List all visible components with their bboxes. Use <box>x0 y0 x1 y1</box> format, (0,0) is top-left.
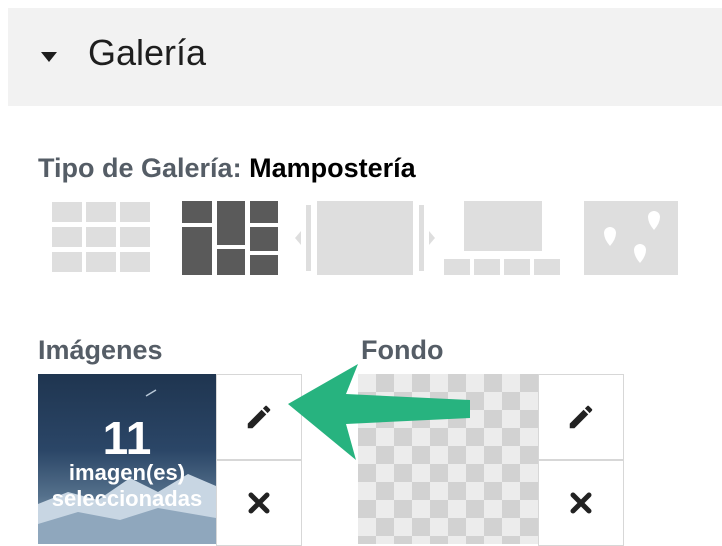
image-count: 11 <box>102 412 152 464</box>
gallery-type-caption: Tipo de Galería: <box>38 153 242 183</box>
images-caption-line1: imagen(es) <box>68 460 186 485</box>
layout-option-masonry[interactable] <box>182 201 278 280</box>
section-title: Galería <box>88 32 207 73</box>
section-header[interactable]: Galería <box>8 8 722 106</box>
arrow-left-icon <box>288 364 470 460</box>
pencil-icon <box>247 405 271 429</box>
caret-down-icon[interactable] <box>40 50 58 68</box>
images-caption: imagen(es) seleccionadas <box>38 460 216 512</box>
remove-background-button[interactable] <box>538 460 624 546</box>
images-thumbnail[interactable]: 11 imagen(es) seleccionadas <box>38 374 216 544</box>
masonry-layout-icon <box>182 201 278 275</box>
grid-layout-icon <box>52 202 150 272</box>
gallery-type-label: Tipo de Galería: Mampostería <box>38 150 416 186</box>
slider-layout-icon <box>295 201 435 275</box>
gallery-type-value: Mampostería <box>249 153 416 183</box>
remove-images-button[interactable] <box>216 460 302 546</box>
close-icon <box>570 492 592 514</box>
images-label: Imágenes <box>38 335 163 365</box>
layout-option-slider[interactable] <box>292 201 440 280</box>
pencil-icon <box>569 405 593 429</box>
close-icon <box>248 492 270 514</box>
images-caption-line2: seleccionadas <box>51 486 203 511</box>
layout-option-map[interactable] <box>584 201 678 280</box>
edit-background-button[interactable] <box>538 374 624 460</box>
layout-option-thumbnail-slider[interactable] <box>444 201 562 280</box>
map-layout-icon <box>584 201 678 275</box>
thumbnail-slider-layout-icon <box>444 201 560 275</box>
layout-option-grid[interactable] <box>52 202 152 279</box>
